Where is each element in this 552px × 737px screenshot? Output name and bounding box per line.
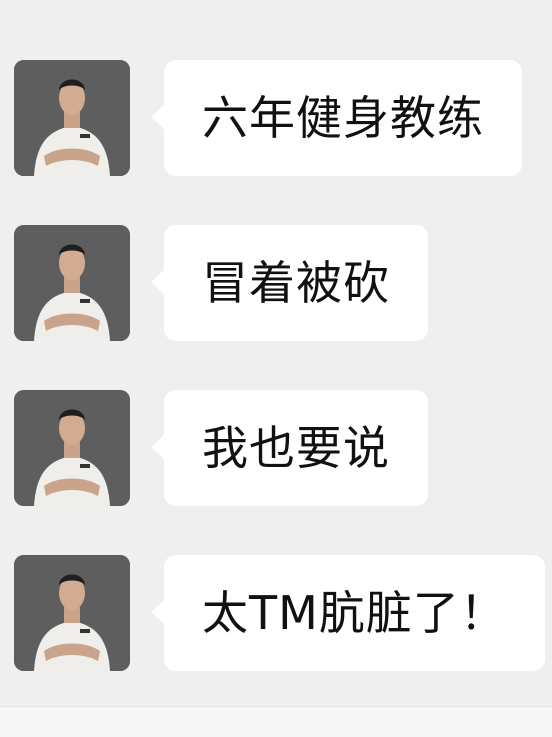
trainer-photo-icon [14,555,130,671]
avatar[interactable] [14,225,130,341]
trainer-photo-icon [14,225,130,341]
avatar[interactable] [14,60,130,176]
message-row: 太TM肮脏了！ [0,555,552,673]
message-row: 我也要说 [0,390,552,508]
trainer-photo-icon [14,60,130,176]
avatar[interactable] [14,555,130,671]
message-bubble[interactable]: 六年健身教练 [151,60,522,176]
trainer-photo-icon [14,390,130,506]
message-row: 冒着被砍 [0,225,552,343]
message-text: 冒着被砍 [202,256,390,310]
message-bubble[interactable]: 我也要说 [151,390,428,506]
message-bubble[interactable]: 冒着被砍 [151,225,428,341]
input-bar [0,706,552,737]
avatar[interactable] [14,390,130,506]
message-row: 六年健身教练 [0,60,552,178]
message-text: 六年健身教练 [202,91,484,145]
message-text: 我也要说 [202,421,390,475]
message-bubble[interactable]: 太TM肮脏了！ [151,555,545,671]
chat-window: 六年健身教练 冒着被砍 我也要说 太TM肮脏了！ [0,0,552,737]
message-text: 太TM肮脏了！ [202,586,507,640]
